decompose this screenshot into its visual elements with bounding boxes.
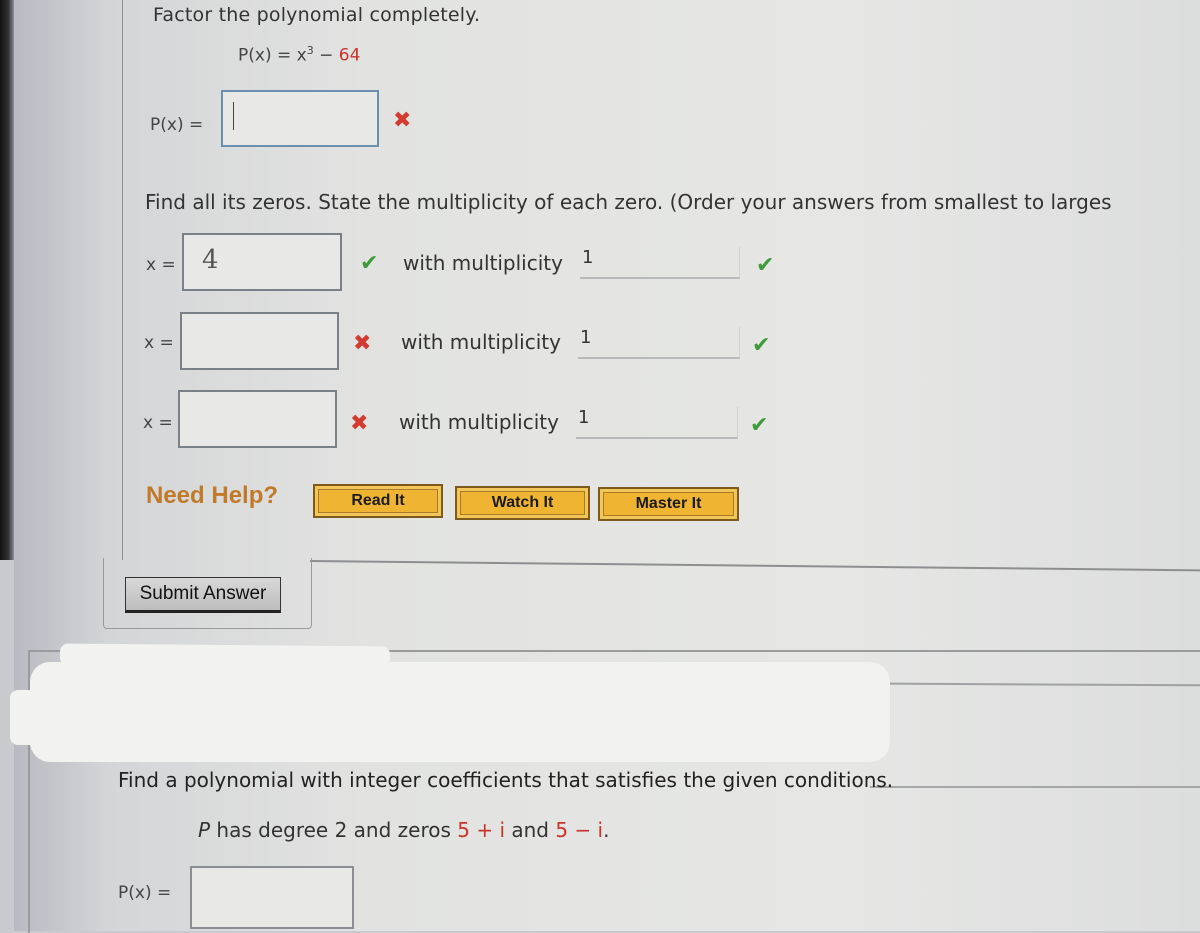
factor-answer-label: P(x) =	[150, 115, 204, 135]
check-icon: ✔	[752, 333, 771, 358]
zero-row-2-input[interactable]	[180, 312, 339, 370]
question2-answer-label: P(x) =	[118, 883, 172, 903]
zero-row-2-label: x =	[144, 333, 174, 353]
condition-text: has degree 2 and zeros	[210, 818, 458, 842]
screen-edge-shadow	[0, 0, 14, 560]
equation-exponent: 3	[306, 44, 314, 57]
x-mark-icon: ✖	[393, 108, 412, 133]
question1-title: Factor the polynomial completely.	[153, 4, 481, 26]
zero-row-1-value: 4	[202, 245, 219, 275]
zero-row-1-mult-label: with multiplicity	[403, 251, 563, 275]
redaction-mark	[10, 690, 70, 745]
condition-and: and	[505, 818, 556, 842]
x-mark-icon: ✖	[353, 331, 372, 356]
zero-row-1-input[interactable]: 4	[182, 233, 342, 291]
watch-it-button[interactable]: Watch It	[455, 486, 590, 520]
zero-row-2-mult-input[interactable]: 1	[578, 327, 740, 359]
question2-answer-input[interactable]	[190, 866, 354, 929]
factor-answer-input[interactable]	[221, 90, 379, 147]
check-icon: ✔	[756, 253, 775, 278]
redaction-mark	[30, 662, 890, 762]
question2-title: Find a polynomial with integer coefficie…	[118, 768, 894, 792]
read-it-button[interactable]: Read It	[313, 484, 443, 518]
check-icon: ✔	[360, 251, 379, 276]
submit-answer-button[interactable]: Submit Answer	[125, 577, 281, 613]
equation-lhs: P(x) = x	[238, 45, 307, 66]
divider-line	[870, 786, 1200, 788]
zeros-instruction: Find all its zeros. State the multiplici…	[145, 190, 1112, 214]
equation-op: −	[313, 45, 339, 66]
question-panel-border	[122, 0, 123, 560]
zero-row-3-label: x =	[143, 413, 173, 433]
need-help-label: Need Help?	[146, 482, 279, 509]
zero-row-1-label: x =	[146, 255, 176, 275]
condition-subject: P	[198, 818, 211, 842]
question1-equation: P(x) = x3 − 64	[238, 44, 360, 66]
equation-constant: 64	[338, 45, 361, 66]
condition-zero1: 5 + i	[457, 818, 506, 842]
x-mark-icon: ✖	[350, 411, 369, 436]
condition-end: .	[603, 818, 610, 842]
text-caret	[233, 102, 234, 130]
zero-row-3-mult-input[interactable]: 1	[576, 407, 738, 439]
master-it-button[interactable]: Master It	[598, 487, 739, 521]
question2-condition: P has degree 2 and zeros 5 + i and 5 − i…	[198, 818, 609, 842]
zero-row-1-mult-input[interactable]: 1	[580, 247, 740, 279]
zero-row-3-input[interactable]	[178, 390, 337, 448]
condition-zero2: 5 − i	[555, 818, 604, 842]
zero-row-2-mult-label: with multiplicity	[401, 330, 561, 354]
check-icon: ✔	[750, 413, 769, 438]
zero-row-3-mult-label: with multiplicity	[399, 410, 559, 434]
